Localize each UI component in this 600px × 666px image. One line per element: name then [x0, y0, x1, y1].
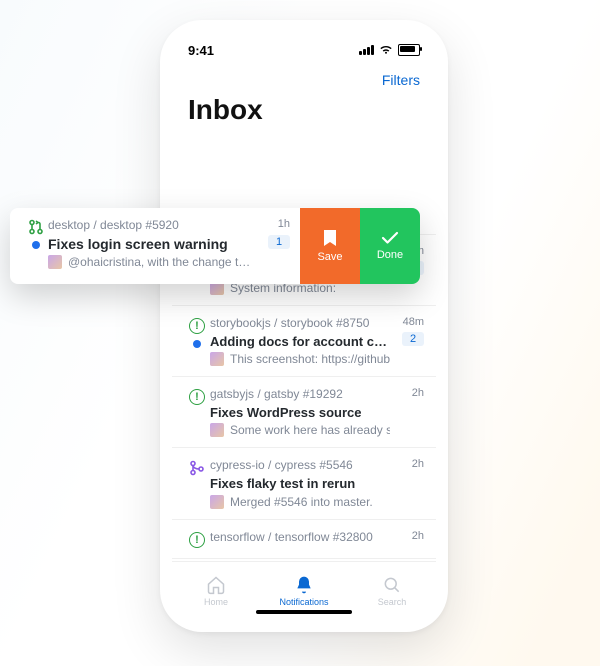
timestamp: 2h — [412, 458, 424, 470]
count-badge: 2 — [402, 332, 424, 346]
search-icon — [382, 575, 402, 595]
pull-request-icon — [28, 219, 44, 235]
home-indicator — [256, 610, 352, 614]
home-icon — [206, 575, 226, 595]
issue-open-icon: ! — [189, 318, 205, 334]
list-item[interactable]: cypress-io / cypress #5546 Fixes flaky t… — [172, 448, 436, 519]
repo-ref: gatsbyjs / gatsby #19292 — [210, 387, 390, 403]
bookmark-icon — [323, 229, 337, 247]
save-button[interactable]: Save — [300, 208, 360, 284]
page-title: Inbox — [172, 90, 436, 132]
avatar — [48, 255, 62, 269]
repo-ref: storybookjs / storybook #8750 — [210, 316, 390, 332]
phone-frame: 9:41 Filters Inbox ! — [160, 20, 448, 632]
timestamp: 2h — [412, 387, 424, 399]
bell-icon — [294, 575, 314, 595]
avatar — [210, 352, 224, 366]
wifi-icon — [379, 45, 393, 55]
notification-snippet: @ohaicristina, with the change t… — [68, 255, 250, 269]
filters-button[interactable]: Filters — [382, 72, 420, 88]
list-item[interactable]: ! tensorflow / tensorflow #32800 2h — [172, 520, 436, 559]
tab-search[interactable]: Search — [348, 562, 436, 620]
tab-label: Search — [378, 597, 407, 607]
timestamp: 48m — [403, 316, 424, 328]
timestamp: 1h — [278, 218, 290, 230]
tab-home[interactable]: Home — [172, 562, 260, 620]
repo-ref: desktop / desktop #5920 — [48, 218, 260, 234]
avatar — [210, 423, 224, 437]
notification-snippet: Some work here has already sta… — [230, 423, 390, 437]
issue-open-icon: ! — [189, 532, 205, 548]
phone-screen: 9:41 Filters Inbox ! — [172, 32, 436, 620]
repo-ref: tensorflow / tensorflow #32800 — [210, 530, 390, 546]
issue-open-icon: ! — [189, 389, 205, 405]
notification-snippet: This screenshot: https://github… — [230, 352, 390, 366]
unread-dot-icon — [32, 241, 40, 249]
list-item[interactable]: ! storybookjs / storybook #8750 Adding d… — [172, 306, 436, 377]
header-row: Filters — [172, 68, 436, 90]
repo-ref: cypress-io / cypress #5546 — [210, 458, 390, 474]
status-icons — [359, 44, 420, 56]
notification-title: Adding docs for account creation — [210, 333, 390, 351]
done-button[interactable]: Done — [360, 208, 420, 284]
swiped-notification-card[interactable]: desktop / desktop #5920 Fixes login scre… — [10, 208, 420, 284]
avatar — [210, 495, 224, 509]
tab-label: Home — [204, 597, 228, 607]
done-label: Done — [377, 249, 403, 261]
notification-title: Fixes flaky test in rerun — [210, 475, 390, 493]
unread-dot-icon — [193, 340, 201, 348]
notification-title: Fixes login screen warning — [48, 235, 260, 254]
tab-label: Notifications — [279, 597, 328, 607]
list-item[interactable]: ! gatsbyjs / gatsby #19292 Fixes WordPre… — [172, 377, 436, 448]
save-label: Save — [317, 251, 342, 263]
notification-title: Fixes WordPress source — [210, 404, 390, 422]
notification-snippet: Merged #5546 into master. — [230, 495, 373, 509]
status-time: 9:41 — [188, 43, 214, 58]
merge-icon — [189, 460, 205, 476]
check-icon — [381, 231, 399, 245]
battery-icon — [398, 44, 420, 56]
notch — [244, 32, 364, 54]
count-badge: 1 — [268, 235, 290, 249]
timestamp: 2h — [412, 530, 424, 542]
